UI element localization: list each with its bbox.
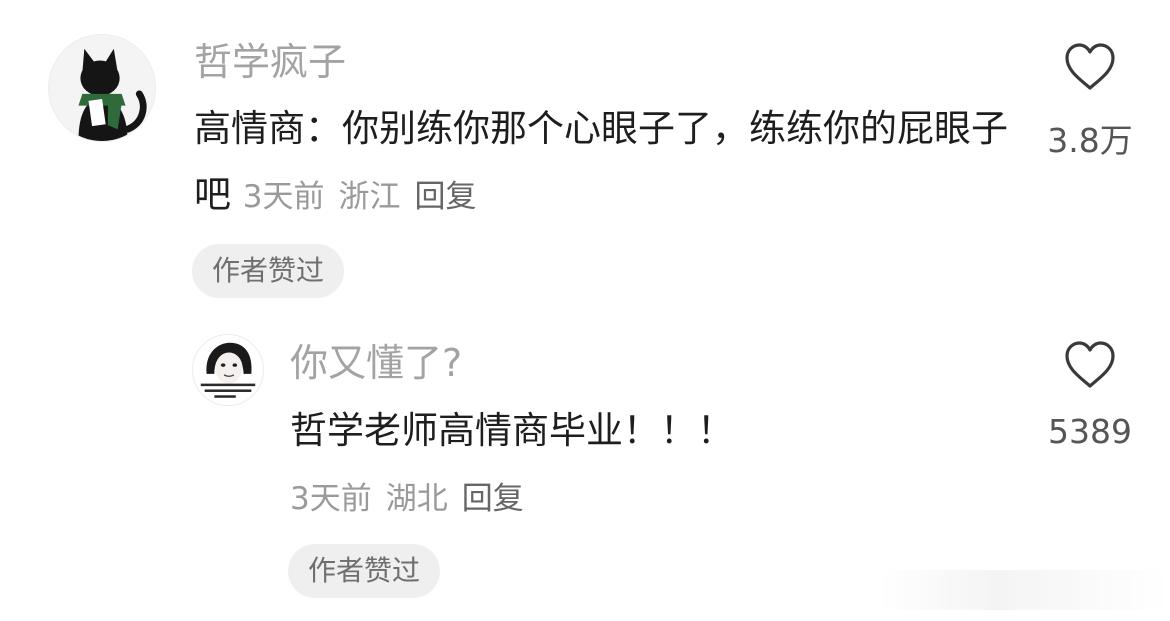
like-count: 3.8万	[1047, 121, 1133, 160]
comment-text: 哲学老师高情商毕业！！！	[290, 409, 734, 452]
black-cat-avatar-icon	[49, 35, 155, 141]
reply-button[interactable]: 回复	[462, 481, 524, 517]
comment-body: 哲学老师高情商毕业！！！ 3天前 湖北 回复	[290, 398, 1010, 532]
comment-location: 湖北	[385, 481, 448, 517]
heart-icon[interactable]	[1063, 340, 1117, 390]
comment-time: 3天前	[242, 179, 325, 215]
comment-username[interactable]: 哲学疯子	[194, 43, 346, 81]
author-liked-badge: 作者赞过	[288, 544, 441, 598]
watermark-fade	[880, 570, 1170, 610]
like-control[interactable]: 5389	[1030, 340, 1150, 451]
comment-location: 浙江	[338, 179, 401, 215]
like-control[interactable]: 3.8万	[1030, 42, 1150, 162]
author-liked-badge: 作者赞过	[192, 244, 345, 298]
reply-button[interactable]: 回复	[415, 179, 477, 215]
comment-time: 3天前	[290, 481, 372, 517]
heart-icon[interactable]	[1063, 42, 1117, 92]
comment-body: 高情商：你别练你那个心眼子了，练练你的屁眼子吧 3天前 浙江 回复	[194, 96, 1024, 230]
user-avatar[interactable]	[48, 34, 156, 142]
meme-face-avatar-icon	[193, 335, 263, 405]
comment-username[interactable]: 你又懂了?	[290, 344, 462, 382]
comment-meta: 3天前 浙江 回复	[243, 179, 491, 215]
user-avatar[interactable]	[192, 334, 264, 406]
comment-meta: 3天前 湖北 回复	[290, 466, 1010, 532]
like-count: 5389	[1048, 412, 1132, 451]
